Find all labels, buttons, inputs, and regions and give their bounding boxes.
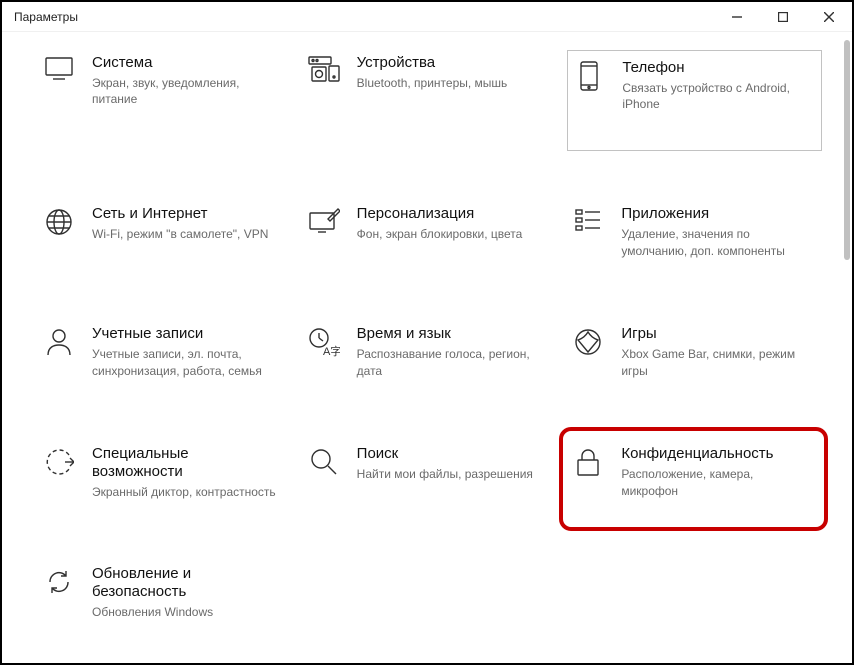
- window-title: Параметры: [14, 10, 78, 24]
- update-icon: [42, 565, 76, 597]
- tile-title: Поиск: [357, 445, 548, 463]
- tile-title: Игры: [621, 325, 812, 343]
- tile-title: Специальные возможности: [92, 445, 283, 481]
- tile-title: Телефон: [622, 59, 811, 77]
- tile-desc: Фон, экран блокировки, цвета: [357, 226, 548, 242]
- globe-icon: [42, 205, 76, 237]
- tile-desc: Обновления Windows: [92, 604, 283, 620]
- tile-title: Персонализация: [357, 205, 548, 223]
- tile-phone[interactable]: Телефон Связать устройство с Android, iP…: [567, 50, 822, 151]
- phone-icon: [572, 59, 606, 91]
- tile-title: Система: [92, 54, 283, 72]
- tile-title: Обновление и безопасность: [92, 565, 283, 601]
- search-icon: [307, 445, 341, 477]
- maximize-button[interactable]: [760, 2, 806, 31]
- tile-personalization[interactable]: Персонализация Фон, экран блокировки, цв…: [303, 201, 558, 271]
- tile-desc: Связать устройство с Android, iPhone: [622, 80, 811, 112]
- tile-title: Конфиденциальность: [621, 445, 812, 463]
- tile-accounts[interactable]: Учетные записи Учетные записи, эл. почта…: [38, 321, 293, 391]
- tile-desc: Учетные записи, эл. почта, синхронизация…: [92, 346, 283, 378]
- person-icon: [42, 325, 76, 357]
- tile-desc: Расположение, камера, микрофон: [621, 466, 812, 498]
- close-button[interactable]: [806, 2, 852, 31]
- tile-devices[interactable]: Устройства Bluetooth, принтеры, мышь: [303, 50, 558, 151]
- content-area: Система Экран, звук, уведомления, питани…: [2, 32, 852, 663]
- time-language-icon: A字: [307, 325, 341, 357]
- tile-desc: Wi-Fi, режим "в самолете", VPN: [92, 226, 283, 242]
- tile-search[interactable]: Поиск Найти мои файлы, разрешения: [303, 441, 558, 511]
- tile-network[interactable]: Сеть и Интернет Wi-Fi, режим "в самолете…: [38, 201, 293, 271]
- tile-time-language[interactable]: A字 Время и язык Распознавание голоса, ре…: [303, 321, 558, 391]
- minimize-button[interactable]: [714, 2, 760, 31]
- tile-desc: Экран, звук, уведомления, питание: [92, 75, 283, 107]
- tile-title: Сеть и Интернет: [92, 205, 283, 223]
- tile-desc: Xbox Game Bar, снимки, режим игры: [621, 346, 812, 378]
- window-controls: [714, 2, 852, 31]
- tile-desc: Bluetooth, принтеры, мышь: [357, 75, 548, 91]
- tile-desc: Распознавание голоса, регион, дата: [357, 346, 548, 378]
- tile-ease-of-access[interactable]: Специальные возможности Экранный диктор,…: [38, 441, 293, 511]
- tile-title: Устройства: [357, 54, 548, 72]
- tile-privacy[interactable]: Конфиденциальность Расположение, камера,…: [559, 427, 828, 531]
- tile-desc: Экранный диктор, контрастность: [92, 484, 283, 500]
- tile-title: Время и язык: [357, 325, 548, 343]
- devices-icon: [307, 54, 341, 82]
- scrollbar-thumb[interactable]: [844, 40, 850, 260]
- lock-icon: [571, 445, 605, 477]
- ease-of-access-icon: [42, 445, 76, 477]
- tile-update-security[interactable]: Обновление и безопасность Обновления Win…: [38, 561, 293, 631]
- tile-system[interactable]: Система Экран, звук, уведомления, питани…: [38, 50, 293, 151]
- gaming-icon: [571, 325, 605, 357]
- tile-desc: Найти мои файлы, разрешения: [357, 466, 548, 482]
- tile-title: Учетные записи: [92, 325, 283, 343]
- apps-icon: [571, 205, 605, 233]
- tile-desc: Удаление, значения по умолчанию, доп. ко…: [621, 226, 812, 258]
- personalization-icon: [307, 205, 341, 235]
- tile-title: Приложения: [621, 205, 812, 223]
- svg-text:A字: A字: [323, 344, 340, 357]
- titlebar: Параметры: [2, 2, 852, 32]
- tile-gaming[interactable]: Игры Xbox Game Bar, снимки, режим игры: [567, 321, 822, 391]
- display-icon: [42, 54, 76, 82]
- tile-apps[interactable]: Приложения Удаление, значения по умолчан…: [567, 201, 822, 271]
